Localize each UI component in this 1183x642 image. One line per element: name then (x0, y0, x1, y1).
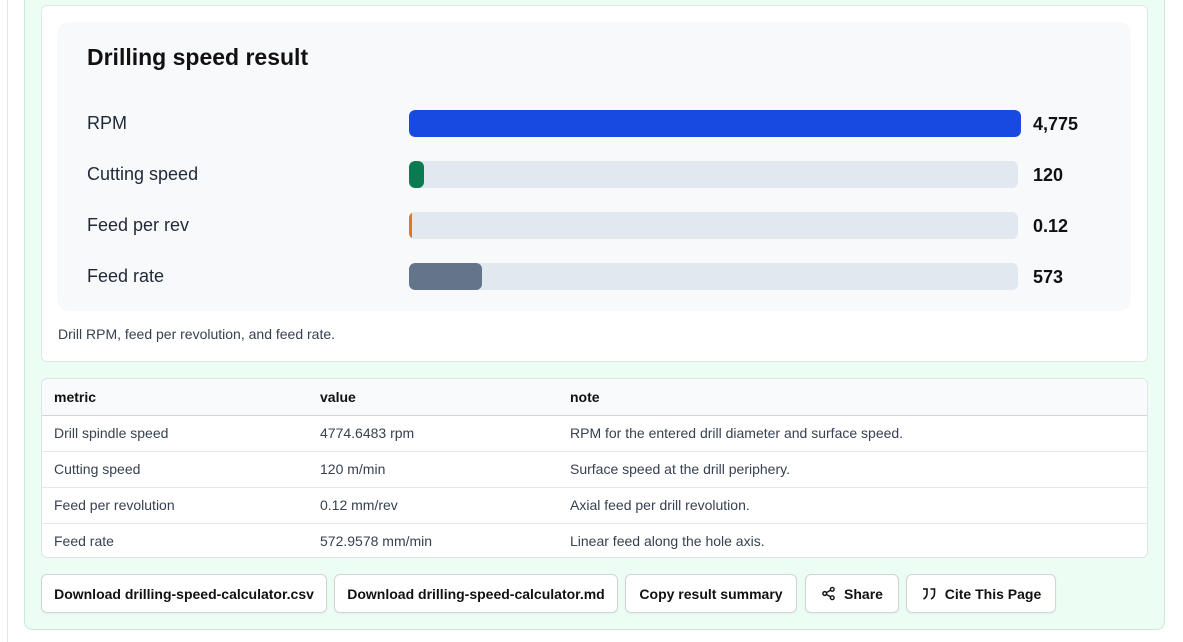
cite-button[interactable]: Cite This Page (906, 574, 1056, 613)
chart-caption: Drill RPM, feed per revolution, and feed… (58, 326, 336, 342)
download-csv-label: Download drilling-speed-calculator.csv (54, 585, 314, 602)
chart-title: Drilling speed result (87, 44, 309, 70)
table-cell-value: 4774.6483 rpm (320, 425, 415, 441)
download-md-label: Download drilling-speed-calculator.md (347, 585, 605, 602)
bar-track (409, 263, 1018, 290)
column-header-value: value (320, 388, 356, 405)
table-row: Drill spindle speed 4774.6483 rpm RPM fo… (42, 415, 1147, 451)
download-csv-button[interactable]: Download drilling-speed-calculator.csv (41, 574, 327, 613)
bar-value-label: 573 (1033, 267, 1064, 287)
column-header-note: note (570, 388, 600, 405)
column-header-metric: metric (54, 388, 97, 405)
bar-row: RPM 4,775 (0, 110, 1183, 140)
page-left-border (7, 0, 8, 642)
table-cell-metric: Feed per revolution (54, 497, 175, 513)
bar (409, 161, 425, 188)
bar-value-label: 4,775 (1033, 114, 1079, 134)
bar-label: Feed rate (87, 266, 165, 286)
results-table: metric value note Drill spindle speed 47… (41, 378, 1148, 558)
table-cell-metric: Feed rate (54, 533, 114, 550)
bar (409, 212, 412, 239)
quote-icon (921, 587, 937, 601)
bar-track (409, 161, 1018, 188)
table-cell-note: RPM for the entered drill diameter and s… (570, 425, 904, 441)
copy-summary-button[interactable]: Copy result summary (625, 574, 797, 613)
table-cell-metric: Cutting speed (54, 461, 141, 477)
share-label: Share (844, 585, 883, 602)
bar-row: Feed per rev 0.12 (0, 212, 1183, 242)
bar-track (409, 212, 1018, 239)
table-row: Cutting speed 120 m/min Surface speed at… (42, 451, 1147, 487)
bar (409, 263, 483, 290)
table-row: Feed per revolution 0.12 mm/rev Axial fe… (42, 487, 1147, 523)
copy-summary-label: Copy result summary (639, 585, 783, 602)
table-cell-value: 572.9578 mm/min (320, 533, 433, 550)
bar-row: Cutting speed 120 (0, 161, 1183, 191)
table-row: Feed rate 572.9578 mm/min Linear feed al… (42, 523, 1147, 557)
table-cell-metric: Drill spindle speed (54, 425, 169, 441)
share-button[interactable]: Share (805, 574, 899, 613)
table-cell-note: Linear feed along the hole axis. (570, 533, 765, 550)
download-md-button[interactable]: Download drilling-speed-calculator.md (334, 574, 618, 613)
bar-label: Feed per rev (87, 215, 190, 235)
table-cell-note: Surface speed at the drill periphery. (570, 461, 790, 477)
bar (409, 110, 1021, 137)
bar-value-label: 120 (1033, 165, 1064, 185)
bar-track (409, 110, 1021, 137)
bar-row: Feed rate 573 (0, 263, 1183, 293)
share-icon (821, 586, 836, 601)
bar-label: Cutting speed (87, 164, 199, 184)
cite-label: Cite This Page (944, 585, 1042, 602)
table-cell-note: Axial feed per drill revolution. (570, 497, 750, 513)
table-header-row: metric value note (42, 379, 1147, 415)
table-cell-value: 0.12 mm/rev (320, 497, 398, 513)
bar-label: RPM (87, 113, 127, 133)
bar-value-label: 0.12 (1033, 216, 1069, 236)
table-cell-value: 120 m/min (320, 461, 386, 477)
